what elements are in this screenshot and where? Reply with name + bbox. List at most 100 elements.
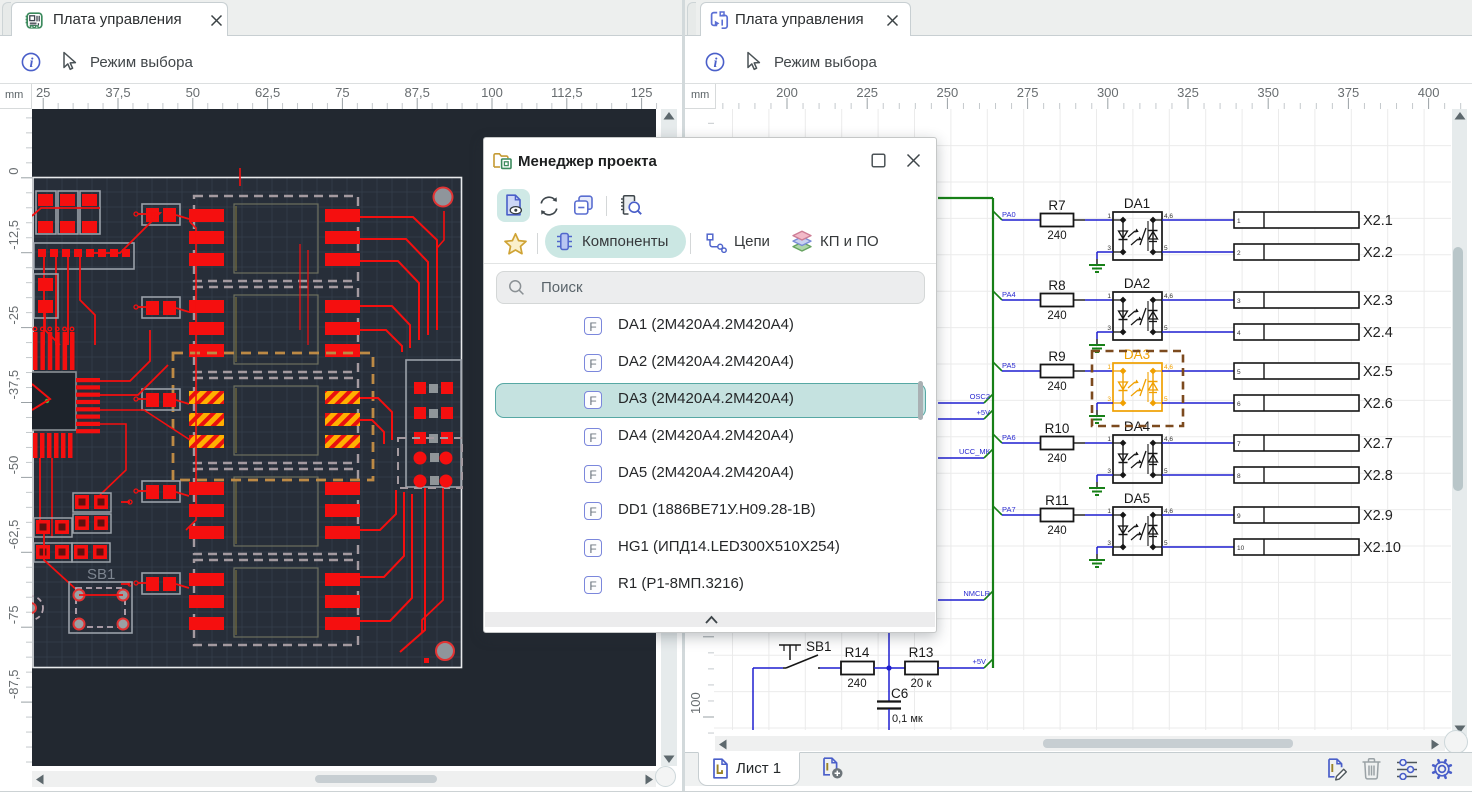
svg-text:DA3: DA3 [1124, 347, 1150, 362]
svg-text:R8: R8 [1048, 278, 1065, 293]
svg-text:OSC2: OSC2 [970, 392, 990, 401]
svg-text:9: 9 [1237, 513, 1241, 520]
svg-text:3: 3 [1107, 245, 1111, 252]
svg-text:240: 240 [1047, 381, 1066, 393]
svg-text:X2.9: X2.9 [1363, 508, 1393, 524]
svg-text:-25: -25 [6, 306, 21, 325]
svg-text:37,5: 37,5 [105, 85, 130, 100]
svg-text:-75: -75 [6, 605, 21, 624]
svg-text:3: 3 [1107, 325, 1111, 332]
svg-text:125: 125 [631, 85, 653, 100]
svg-text:UCC_МК: UCC_МК [959, 447, 991, 456]
svg-text:62,5: 62,5 [255, 85, 280, 100]
svg-text:1: 1 [1107, 508, 1111, 515]
svg-text:PA6: PA6 [1002, 433, 1016, 442]
svg-text:0: 0 [6, 168, 21, 175]
svg-text:240: 240 [1047, 453, 1066, 465]
svg-text:R13: R13 [909, 645, 934, 660]
svg-text:i: i [714, 56, 718, 71]
svg-text:300: 300 [1097, 85, 1119, 100]
svg-text:PA4: PA4 [1002, 290, 1016, 299]
svg-text:5: 5 [1237, 369, 1241, 376]
svg-text:50: 50 [186, 85, 200, 100]
svg-text:X2.4: X2.4 [1363, 325, 1393, 341]
svg-text:X2.7: X2.7 [1363, 436, 1393, 452]
svg-text:5: 5 [1164, 468, 1168, 475]
svg-text:250: 250 [937, 85, 959, 100]
svg-text:SB1: SB1 [806, 639, 832, 654]
svg-text:100: 100 [481, 85, 503, 100]
svg-text:2: 2 [1237, 250, 1241, 257]
svg-text:3: 3 [1107, 396, 1111, 403]
svg-text:DA1: DA1 [1124, 196, 1150, 211]
svg-text:1: 1 [1237, 218, 1241, 225]
svg-text:X2.6: X2.6 [1363, 396, 1393, 412]
svg-text:75: 75 [335, 85, 349, 100]
svg-text:240: 240 [1047, 230, 1066, 242]
svg-text:87,5: 87,5 [405, 85, 430, 100]
svg-text:X2.5: X2.5 [1363, 364, 1393, 380]
svg-text:3: 3 [1107, 468, 1111, 475]
svg-text:PA7: PA7 [1002, 505, 1016, 514]
svg-text:1: 1 [1107, 436, 1111, 443]
svg-text:200: 200 [776, 85, 798, 100]
svg-text:X2.10: X2.10 [1363, 540, 1401, 556]
svg-text:PA5: PA5 [1002, 361, 1016, 370]
svg-text:-87,5: -87,5 [6, 669, 21, 699]
svg-text:7: 7 [1237, 441, 1241, 448]
svg-text:i: i [30, 56, 34, 71]
svg-text:6: 6 [1237, 401, 1241, 408]
svg-text:X2.2: X2.2 [1363, 245, 1393, 261]
svg-text:5: 5 [1164, 325, 1168, 332]
svg-text:-62,5: -62,5 [6, 520, 21, 550]
svg-text:3: 3 [1237, 298, 1241, 305]
svg-text:375: 375 [1338, 85, 1360, 100]
svg-text:5: 5 [1164, 540, 1168, 547]
svg-text:DA5: DA5 [1124, 491, 1150, 506]
svg-text:R7: R7 [1048, 198, 1065, 213]
svg-text:112,5: 112,5 [551, 85, 583, 100]
svg-text:4,6: 4,6 [1164, 436, 1173, 443]
svg-text:NMCLR: NMCLR [963, 589, 990, 598]
svg-text:325: 325 [1177, 85, 1199, 100]
svg-text:-50: -50 [6, 456, 21, 475]
svg-text:4,6: 4,6 [1164, 293, 1173, 300]
svg-text:X2.8: X2.8 [1363, 468, 1393, 484]
svg-text:350: 350 [1257, 85, 1279, 100]
svg-text:0,1 мк: 0,1 мк [892, 713, 923, 725]
svg-text:20 к: 20 к [910, 678, 932, 690]
svg-text:4,6: 4,6 [1164, 364, 1173, 371]
svg-text:+5V: +5V [976, 408, 990, 417]
svg-text:240: 240 [1047, 525, 1066, 537]
svg-text:R14: R14 [845, 645, 870, 660]
svg-text:4,6: 4,6 [1164, 213, 1173, 220]
svg-text:R11: R11 [1045, 493, 1069, 508]
svg-text:-37,5: -37,5 [6, 370, 21, 400]
svg-text:225: 225 [856, 85, 878, 100]
svg-text:3: 3 [1107, 540, 1111, 547]
svg-text:100: 100 [688, 692, 703, 714]
svg-text:240: 240 [847, 678, 866, 690]
svg-text:R10: R10 [1045, 421, 1070, 436]
svg-text:5: 5 [1164, 396, 1168, 403]
svg-text:5: 5 [1164, 245, 1168, 252]
svg-text:1: 1 [1107, 364, 1111, 371]
svg-text:-12,5: -12,5 [6, 220, 21, 250]
svg-text:C6: C6 [891, 686, 908, 701]
svg-text:R9: R9 [1048, 349, 1065, 364]
svg-text:4,6: 4,6 [1164, 508, 1173, 515]
svg-text:1: 1 [1107, 213, 1111, 220]
svg-text:25: 25 [36, 85, 50, 100]
svg-text:4: 4 [1237, 330, 1241, 337]
svg-text:10: 10 [1237, 545, 1245, 552]
svg-text:1: 1 [1107, 293, 1111, 300]
svg-text:8: 8 [1237, 473, 1241, 480]
svg-text:240: 240 [1047, 310, 1066, 322]
svg-text:PA0: PA0 [1002, 210, 1016, 219]
svg-text:X2.1: X2.1 [1363, 213, 1393, 229]
svg-text:275: 275 [1017, 85, 1039, 100]
svg-text:+5V: +5V [972, 657, 986, 666]
svg-text:400: 400 [1418, 85, 1440, 100]
svg-text:SB1: SB1 [87, 566, 115, 583]
svg-text:X2.3: X2.3 [1363, 293, 1393, 309]
